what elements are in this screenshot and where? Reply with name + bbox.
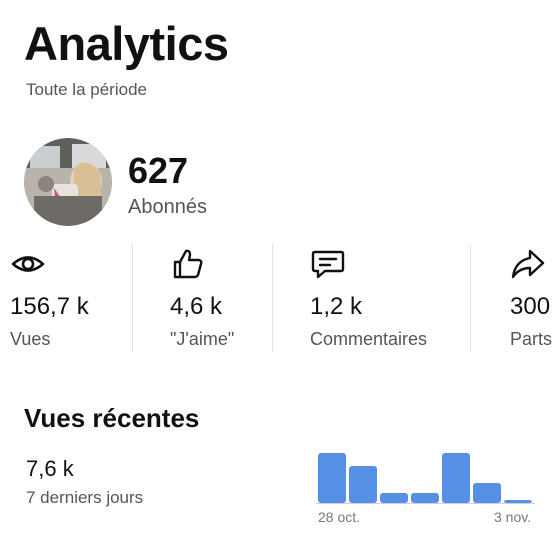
stat-label: Commentaires — [310, 329, 428, 349]
section-title-recent-views: Vues récentes — [24, 403, 200, 433]
chart-bar[interactable] — [349, 466, 377, 503]
stat-likes[interactable]: 4,6 k "J'aime" — [170, 240, 270, 352]
x-tick-label-last: 3 nov. — [494, 509, 532, 525]
stat-label: Vues — [10, 329, 51, 349]
stat-value: 300 — [510, 293, 551, 320]
stat-divider — [132, 244, 133, 352]
recent-views-period: 7 derniers jours — [26, 488, 144, 507]
avatar-photo — [24, 138, 112, 226]
avatar[interactable] — [24, 138, 112, 226]
comment-icon — [311, 250, 345, 279]
stat-label: "J'aime" — [170, 329, 235, 349]
stat-value: 1,2 k — [310, 293, 363, 320]
share-icon — [511, 249, 545, 279]
stat-label: Parts — [510, 329, 553, 349]
stat-value: 4,6 k — [170, 293, 223, 320]
stat-views[interactable]: 156,7 k Vues — [10, 240, 130, 352]
stat-divider — [470, 244, 471, 352]
thumbs-up-icon — [173, 249, 203, 279]
recent-views-value: 7,6 k — [26, 456, 74, 481]
stat-comments[interactable]: 1,2 k Commentaires — [310, 240, 460, 352]
stat-divider — [272, 244, 273, 352]
followers-label: Abonnés — [128, 196, 207, 218]
stats-row: 156,7 k Vues 4,6 k "J'aime" 1,2 k Commen… — [0, 240, 560, 352]
stat-shares[interactable]: 300 Parts — [510, 240, 560, 352]
chart-bar[interactable] — [411, 493, 439, 503]
chart-bar[interactable] — [504, 500, 532, 503]
x-tick-label-first: 28 oct. — [318, 509, 361, 525]
eye-icon — [11, 256, 45, 272]
period-selector[interactable]: Toute la période — [26, 80, 147, 100]
chart-bar[interactable] — [473, 483, 501, 503]
page-title: Analytics — [24, 17, 229, 70]
chart-bar[interactable] — [442, 453, 470, 503]
next-section-title-partial — [24, 548, 204, 560]
followers-count: 627 — [128, 150, 189, 191]
chart-bar[interactable] — [318, 453, 346, 503]
stat-value: 156,7 k — [10, 293, 89, 320]
chart-bar[interactable] — [380, 493, 408, 503]
